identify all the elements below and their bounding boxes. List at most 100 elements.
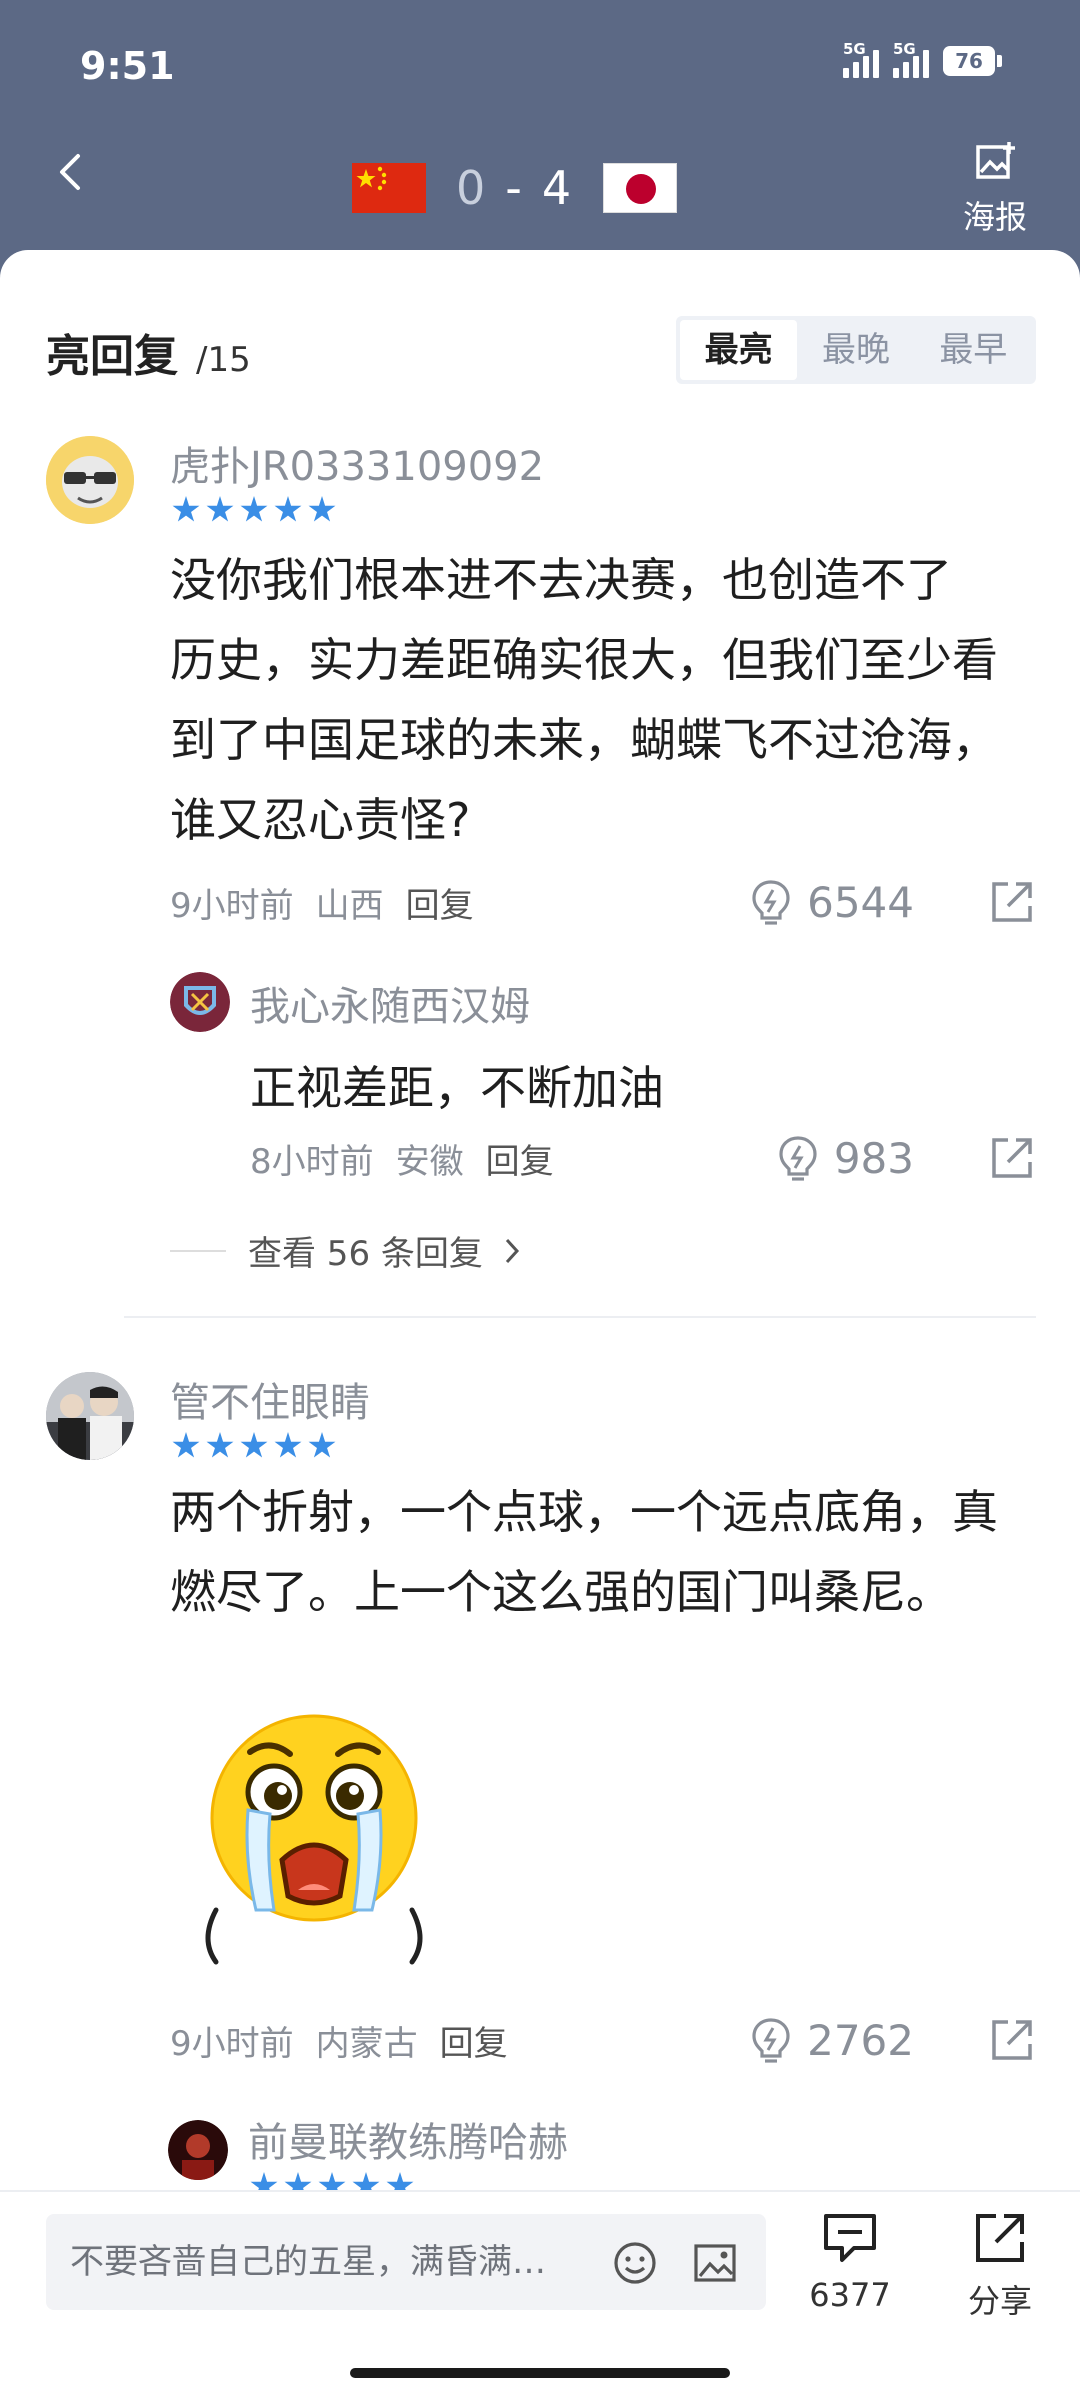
status-icons: 5G 5G 76 [843,40,1002,78]
share-button[interactable]: 分享 [950,2210,1050,2322]
star-rating [172,496,336,524]
comment-line: 历史，实力差距确实很大，但我们至少看 [170,633,998,687]
reply-location: 安徽 [395,1141,464,1182]
star-icon [250,2172,278,2190]
avatar[interactable] [170,972,230,1032]
emoji-icon[interactable] [612,2240,658,2286]
star-icon [206,1432,234,1458]
like-count: 2762 [807,2015,914,2065]
flag-china-icon [352,163,426,213]
comment-time: 9小时前 [170,2023,294,2064]
comment-location: 内蒙古 [315,2023,418,2064]
comment-text: 两个折射，一个点球，一个远点底角，真 燃尽了。上一个这么强的国门叫桑尼。 [170,1472,1040,1632]
star-icon [274,1432,302,1458]
status-time: 9:51 [80,44,175,88]
match-score: 0 - 4 [352,160,678,216]
flag-japan-icon [603,163,678,213]
avatar[interactable] [46,436,134,524]
comment-input-box[interactable] [46,2214,766,2310]
lightbulb-icon[interactable] [749,878,793,926]
avatar[interactable] [168,2120,228,2180]
star-icon [172,496,200,522]
star-icon [318,2172,346,2190]
comment-username[interactable]: 前曼联教练腾哈赫 [248,2110,568,2168]
star-icon [240,496,268,522]
signal-icon: 5G [843,40,879,78]
reply-time: 8小时前 [250,1141,374,1182]
poster-button[interactable]: 海报 [960,140,1030,238]
comment-actions: 6544 [749,878,1036,927]
comment-location: 山西 [315,885,384,926]
header: 9:51 5G 5G 76 0 - 4 海报 [0,0,1080,260]
comment-time: 9小时前 [170,885,294,926]
star-icon [352,2172,380,2190]
network-label: 5G [843,40,866,58]
network-label: 5G [893,40,916,58]
reply-button[interactable]: 回复 [486,1134,554,1183]
section-count: /15 [196,340,251,380]
comment-line: 没你我们根本进不去决赛，也创造不了 [170,553,952,607]
like-count: 6544 [807,877,914,927]
star-icon [240,1432,268,1458]
battery-level: 76 [943,46,995,76]
chevron-right-icon [505,1238,519,1263]
poster-label: 海报 [962,198,1027,236]
comment-line: 两个折射，一个点球，一个远点底角，真 [170,1485,998,1539]
comment-line: 燃尽了。上一个这么强的国门叫桑尼。 [170,1565,952,1619]
view-more-label: 查看 56 条回复 [248,1234,483,1274]
star-icon [386,2172,414,2190]
view-more-replies[interactable]: 查看 56 条回复 [170,1226,527,1275]
image-icon [976,142,1015,179]
tab-earliest[interactable]: 最早 [915,320,1032,380]
star-rating [172,1432,336,1460]
share-label: 分享 [967,2282,1032,2320]
lightbulb-icon[interactable] [749,2016,793,2064]
comments-button[interactable]: 6377 [800,2210,900,2314]
star-icon [308,496,336,522]
comment-icon [824,2214,876,2262]
away-score: 4 [541,161,574,215]
tab-brightest[interactable]: 最亮 [680,320,798,380]
reply-button[interactable]: 回复 [406,878,474,927]
score-text: 0 - 4 [456,161,573,215]
home-indicator[interactable] [350,2368,730,2378]
divider-line [170,1249,226,1252]
comment-username[interactable]: 管不住眼睛 [170,1370,370,1428]
reply-text: 正视差距，不断加油 [250,1061,664,1115]
reply-username[interactable]: 我心永随西汉姆 [250,974,530,1032]
comment-input[interactable] [70,2242,600,2282]
comments-panel: 亮回复 /15 最亮 最晚 最早 虎扑JR0333109092 没你我们根本进不… [0,250,1080,2190]
comment-username[interactable]: 虎扑JR0333109092 [170,434,544,492]
home-score: 0 [456,161,488,215]
section-header: 亮回复 /15 [46,320,251,384]
star-icon [206,496,234,522]
back-button[interactable] [50,150,94,194]
avatar[interactable] [46,1372,134,1460]
star-icon [172,1432,200,1458]
image-icon[interactable] [692,2240,738,2286]
tab-latest[interactable]: 最晚 [797,320,914,380]
score-separator: - [505,161,524,215]
share-icon[interactable] [988,2016,1036,2064]
share-icon[interactable] [988,1134,1036,1182]
comment-divider [124,1316,1036,1318]
comment-line: 谁又忍心责怪? [170,793,471,847]
star-rating [250,2172,414,2190]
comment-text: 没你我们根本进不去决赛，也创造不了 历史，实力差距确实很大，但我们至少看 到了中… [170,540,1040,860]
chevron-left-icon [60,154,80,190]
comment-meta: 9小时前 山西 回复 6544 [170,872,1036,932]
comment-count: 6377 [809,2276,891,2314]
star-icon [308,1432,336,1458]
comment-actions: 2762 [749,2016,1036,2065]
comment-line: 到了中国足球的未来，蝴蝶飞不过沧海， [170,713,998,767]
reply-meta: 8小时前 安徽 回复 983 [250,1128,1036,1188]
section-title: 亮回复 [46,331,178,382]
star-icon [274,496,302,522]
share-icon[interactable] [988,878,1036,926]
signal-icon: 5G [893,40,929,78]
like-count: 983 [833,1133,914,1183]
lightbulb-icon[interactable] [776,1134,820,1182]
crying-emoji-sticker[interactable] [186,1700,432,1970]
star-icon [284,2172,312,2190]
reply-button[interactable]: 回复 [440,2016,508,2065]
